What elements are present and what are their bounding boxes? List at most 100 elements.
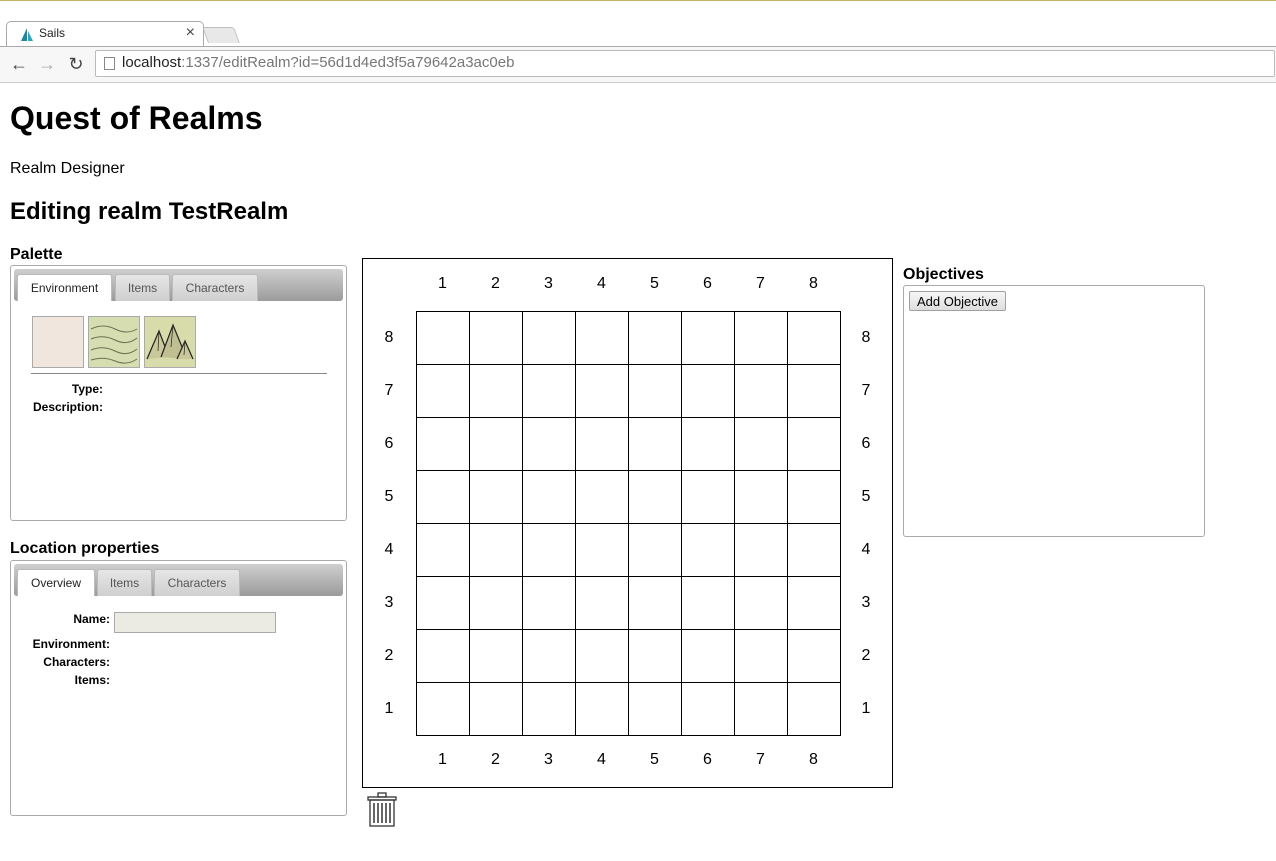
map-cell[interactable] [470, 577, 523, 630]
location-properties-heading: Location properties [10, 540, 160, 557]
plain-tile-icon[interactable] [32, 316, 84, 368]
map-cell[interactable] [523, 524, 576, 577]
map-cell[interactable] [470, 524, 523, 577]
map-cell[interactable] [417, 312, 470, 365]
map-cell[interactable] [417, 471, 470, 524]
map-cell[interactable] [629, 312, 682, 365]
map-cell[interactable] [735, 418, 788, 471]
map-cell[interactable] [735, 683, 788, 736]
reload-icon[interactable]: ↻ [65, 53, 87, 75]
description-label: Description: [32, 400, 103, 414]
map-cell[interactable] [576, 683, 629, 736]
map-cell[interactable] [523, 418, 576, 471]
map-cell[interactable] [735, 312, 788, 365]
map-cell[interactable] [523, 683, 576, 736]
address-bar[interactable]: localhost:1337/editRealm?id=56d1d4ed3f5a… [95, 50, 1275, 77]
browser-tab[interactable]: Sails × [6, 21, 204, 48]
add-objective-button[interactable]: Add Objective [909, 291, 1006, 311]
map-cell[interactable] [629, 418, 682, 471]
location-tab-characters[interactable]: Characters [154, 569, 240, 596]
map-cell[interactable] [788, 418, 841, 471]
row-label-right: 2 [861, 646, 871, 664]
palette-tab-characters[interactable]: Characters [172, 274, 258, 301]
trash-icon[interactable] [366, 791, 398, 827]
map-cell[interactable] [788, 683, 841, 736]
map-cell[interactable] [629, 471, 682, 524]
map-cell[interactable] [788, 312, 841, 365]
map-cell[interactable] [788, 630, 841, 683]
map-cell[interactable] [682, 524, 735, 577]
palette-tab-items[interactable]: Items [115, 274, 170, 301]
palette-tab-environment[interactable]: Environment [17, 274, 112, 301]
row-label-right: 1 [861, 699, 871, 717]
map-cell[interactable] [735, 577, 788, 630]
map-cell[interactable] [470, 365, 523, 418]
close-tab-icon[interactable]: × [186, 24, 195, 42]
map-cell[interactable] [417, 365, 470, 418]
location-tab-items[interactable]: Items [97, 569, 152, 596]
url-host: localhost [122, 54, 182, 71]
map-cell[interactable] [417, 683, 470, 736]
map-cell[interactable] [735, 471, 788, 524]
map-cell[interactable] [682, 418, 735, 471]
map-cell[interactable] [682, 365, 735, 418]
map-cell[interactable] [470, 418, 523, 471]
name-label: Name: [73, 612, 110, 626]
forward-arrow-icon[interactable]: → [36, 53, 58, 75]
map-cell[interactable] [576, 418, 629, 471]
map-cell[interactable] [682, 683, 735, 736]
objectives-heading: Objectives [903, 266, 984, 283]
map-cell[interactable] [470, 471, 523, 524]
map-cell[interactable] [417, 524, 470, 577]
map-cell[interactable] [417, 418, 470, 471]
map-cell[interactable] [629, 524, 682, 577]
map-cell[interactable] [788, 524, 841, 577]
map-cell[interactable] [788, 471, 841, 524]
row-label-left: 7 [384, 381, 394, 399]
map-cell[interactable] [629, 577, 682, 630]
map-cell[interactable] [735, 630, 788, 683]
map-cell[interactable] [735, 365, 788, 418]
back-arrow-icon[interactable]: ← [8, 53, 30, 75]
map-cell[interactable] [470, 683, 523, 736]
palette-tab-bar: Environment Items Characters [14, 269, 343, 301]
column-label-top: 7 [756, 275, 765, 292]
map-cell[interactable] [788, 365, 841, 418]
new-tab-button[interactable] [202, 27, 240, 43]
map-cell[interactable] [576, 471, 629, 524]
location-name-input[interactable] [114, 612, 276, 633]
grassland-tile-icon[interactable] [88, 316, 140, 368]
palette-panel: Environment Items Characters Type: Descr… [10, 265, 347, 521]
map-grid [416, 311, 841, 736]
type-label: Type: [71, 382, 103, 396]
map-cell[interactable] [682, 630, 735, 683]
map-cell[interactable] [682, 471, 735, 524]
map-cell[interactable] [523, 312, 576, 365]
mountain-tile-icon[interactable] [144, 316, 196, 368]
map-cell[interactable] [735, 524, 788, 577]
column-label-top: 4 [597, 275, 606, 292]
map-cell[interactable] [682, 577, 735, 630]
location-tab-overview[interactable]: Overview [17, 569, 95, 596]
map-cell[interactable] [523, 365, 576, 418]
map-cell[interactable] [523, 577, 576, 630]
map-cell[interactable] [523, 630, 576, 683]
map-cell[interactable] [523, 471, 576, 524]
map-cell[interactable] [576, 524, 629, 577]
map-cell[interactable] [470, 630, 523, 683]
map-cell[interactable] [629, 683, 682, 736]
map-cell[interactable] [470, 312, 523, 365]
map-cell[interactable] [576, 577, 629, 630]
map-cell[interactable] [682, 312, 735, 365]
map-cell[interactable] [576, 312, 629, 365]
map-cell[interactable] [417, 630, 470, 683]
map-cell[interactable] [576, 630, 629, 683]
map-cell[interactable] [629, 630, 682, 683]
location-tab-bar: Overview Items Characters [14, 564, 343, 596]
row-label-left: 8 [384, 328, 394, 346]
map-cell[interactable] [629, 365, 682, 418]
map-cell[interactable] [576, 365, 629, 418]
map-cell[interactable] [788, 577, 841, 630]
map-cell[interactable] [417, 577, 470, 630]
row-label-left: 5 [384, 487, 394, 505]
